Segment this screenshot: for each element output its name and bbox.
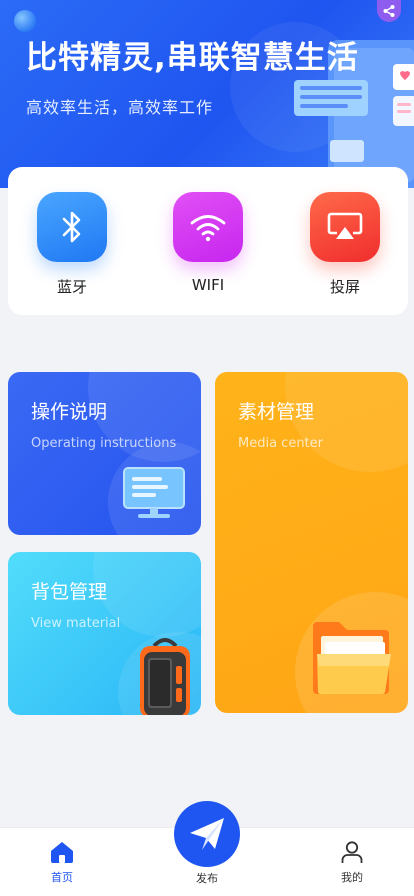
banner-subtitle: 高效率生活，高效率工作 [26, 98, 214, 117]
user-icon [341, 841, 363, 863]
home-icon [51, 842, 73, 863]
nav-home-label: 首页 [51, 871, 73, 884]
banner-title: 比特精灵,串联智慧生活 [26, 40, 359, 76]
share-icon [383, 5, 395, 17]
backpack-management-card[interactable]: 背包管理 View material [8, 552, 201, 715]
bluetooth-button[interactable]: 蓝牙 [27, 192, 117, 297]
folder-icon [313, 622, 391, 695]
nav-mine[interactable]: 我的 [317, 840, 387, 885]
nav-home[interactable]: 首页 [27, 840, 97, 885]
quick-actions-panel: 蓝牙 WIFI 投屏 [8, 167, 408, 315]
backpack-icon [140, 638, 190, 715]
screen-cast-button[interactable]: 投屏 [300, 192, 390, 297]
decorative-orb [14, 10, 36, 32]
nav-mine-label: 我的 [341, 871, 363, 884]
card-subtitle: View material [31, 616, 121, 631]
screen-cast-icon [310, 192, 380, 262]
publish-label: 发布 [196, 872, 218, 885]
media-center-card[interactable]: 素材管理 Media center [215, 372, 408, 713]
screen-cast-label: 投屏 [329, 278, 360, 296]
bluetooth-label: 蓝牙 [56, 278, 87, 296]
card-title: 背包管理 [31, 581, 108, 603]
card-subtitle: Media center [238, 436, 324, 451]
card-subtitle: Operating instructions [31, 436, 177, 451]
card-title: 素材管理 [238, 401, 315, 423]
wifi-button[interactable]: WIFI [163, 192, 253, 294]
bluetooth-icon [37, 192, 107, 262]
card-title: 操作说明 [31, 401, 108, 423]
hero-banner: 比特精灵,串联智慧生活 高效率生活，高效率工作 [0, 0, 414, 188]
publish-button[interactable] [174, 801, 240, 867]
wifi-label: WIFI [191, 276, 225, 294]
wifi-icon [173, 192, 243, 262]
monitor-icon [123, 467, 185, 518]
operating-instructions-card[interactable]: 操作说明 Operating instructions [8, 372, 201, 535]
paper-plane-icon [190, 818, 224, 850]
